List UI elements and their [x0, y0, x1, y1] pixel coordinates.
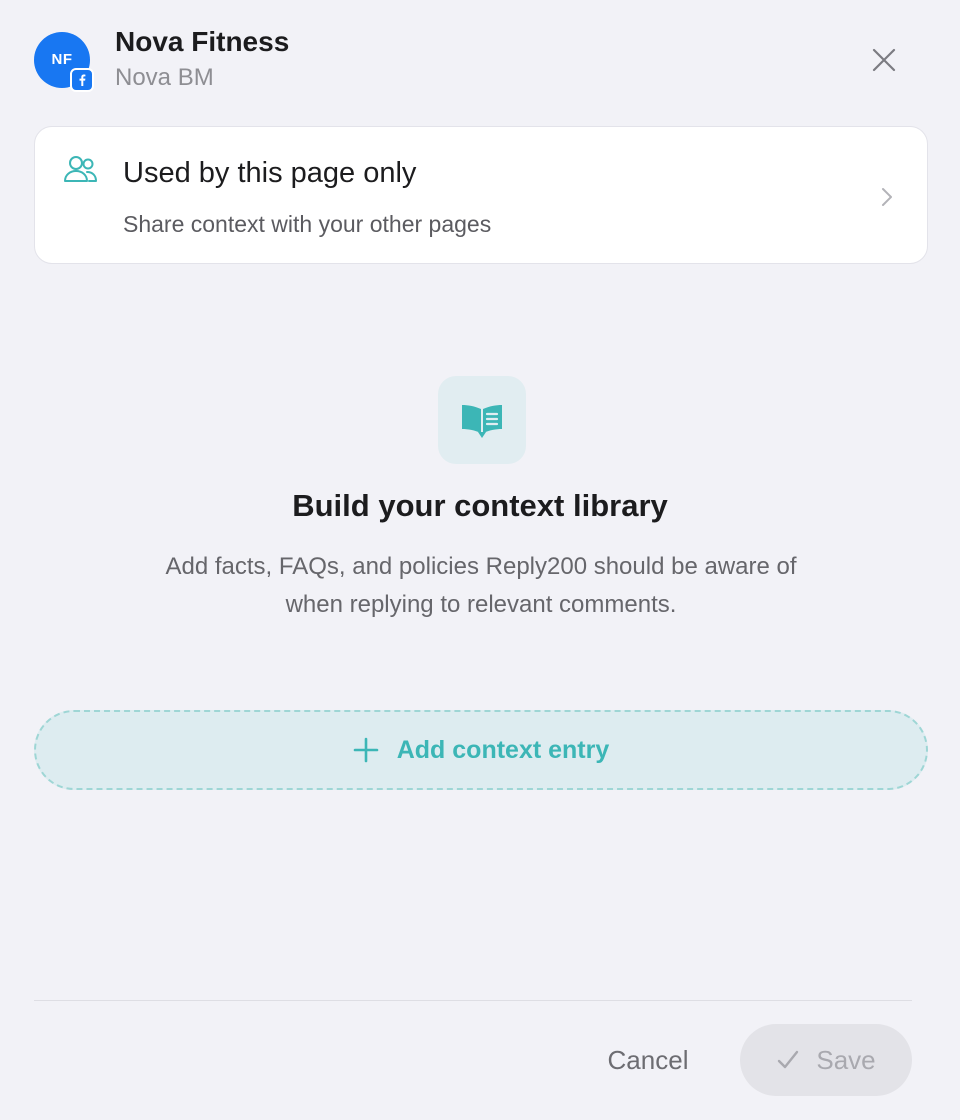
- check-icon: [778, 1050, 799, 1069]
- close-button[interactable]: [864, 40, 904, 80]
- footer-divider: [34, 1000, 912, 1001]
- add-context-entry-button[interactable]: Add context entry: [34, 710, 928, 790]
- context-library-panel: NF Nova Fitness Nova BM Used by this pag…: [0, 0, 960, 1120]
- plus-icon: [353, 737, 379, 763]
- facebook-icon: [70, 68, 94, 92]
- page-title: Nova Fitness: [115, 26, 290, 57]
- empty-state-title: Build your context library: [292, 488, 668, 523]
- save-button-label: Save: [816, 1044, 876, 1075]
- page-avatar-wrapper: NF: [34, 32, 94, 92]
- add-context-entry-label: Add context entry: [396, 735, 610, 764]
- business-name: Nova BM: [115, 64, 214, 91]
- share-scope-title: Used by this page only: [123, 157, 417, 189]
- close-icon: [872, 48, 896, 72]
- empty-state-icon-box: [438, 376, 526, 464]
- share-scope-description: Share context with your other pages: [123, 211, 492, 237]
- book-open-icon: [462, 405, 502, 438]
- empty-state-description: Add facts, FAQs, and policies Reply200 s…: [165, 553, 797, 618]
- share-scope-card[interactable]: Used by this page only Share context wit…: [34, 126, 928, 264]
- cancel-button[interactable]: Cancel: [586, 1030, 710, 1090]
- save-button[interactable]: Save: [740, 1024, 912, 1096]
- users-icon: [64, 156, 97, 182]
- chevron-right-icon: [882, 188, 892, 206]
